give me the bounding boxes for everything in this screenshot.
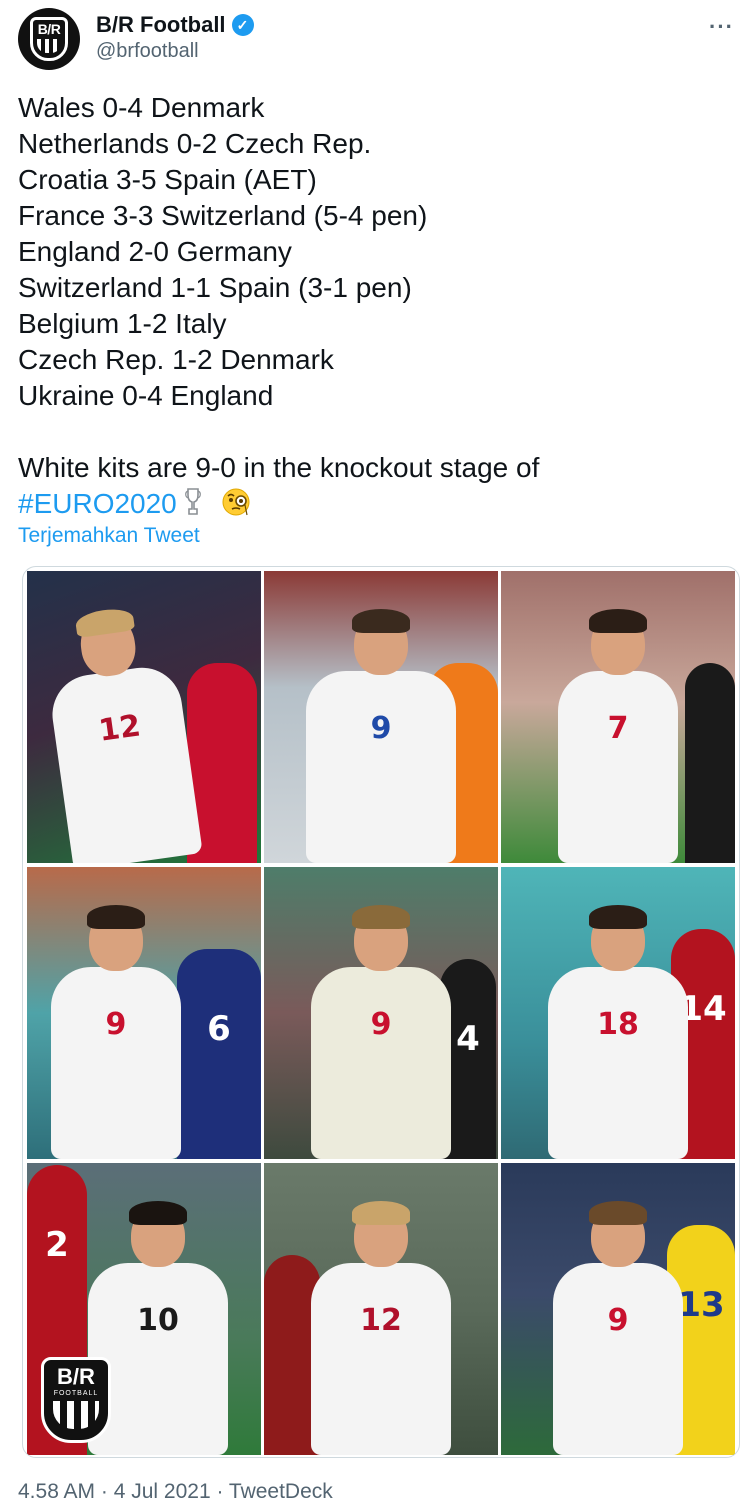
photo-cell[interactable]: 13 9 [501,1163,735,1455]
result-line: Ukraine 0-4 England [18,380,274,411]
photo-grid[interactable]: 12 9 7 6 9 4 9 14 18 2 10 B/R FOOTBALL 1… [22,566,740,1458]
face-with-monocle-icon [222,488,250,516]
shirt-number: 10 [137,1303,179,1338]
opponent-number: 2 [45,1225,69,1265]
shirt-number: 9 [607,1303,629,1338]
player-figure: 9 [50,905,181,1159]
result-line: Switzerland 1-1 Spain (3-1 pen) [18,272,412,303]
photo-cell[interactable]: 12 [27,571,261,863]
player-figure: 7 [558,609,678,863]
hashtag-link[interactable]: #EURO2020 [18,488,177,519]
shirt-number: 9 [105,1007,127,1042]
tweet-header: B/R B/R Football ✓ @brfootball ··· [18,8,736,72]
summary-line: White kits are 9-0 in the knockout stage… [18,452,540,483]
more-options-icon[interactable]: ··· [709,14,734,40]
shirt-number: 9 [370,711,392,746]
account-avatar[interactable]: B/R [18,8,80,70]
player-figure: 12 [311,1201,451,1455]
result-line: Belgium 1-2 Italy [18,308,227,339]
result-line: Wales 0-4 Denmark [18,92,265,123]
account-name-block: B/R Football ✓ @brfootball [96,12,254,64]
player-figure: 9 [553,1201,683,1455]
display-name[interactable]: B/R Football [96,12,226,38]
opponent-number: 4 [456,1019,480,1059]
photo-cell[interactable]: 4 9 [264,867,498,1159]
result-line: France 3-3 Switzerland (5-4 pen) [18,200,428,231]
shirt-number: 12 [96,708,143,749]
photo-cell[interactable]: 6 9 [27,867,261,1159]
tweet-text: Wales 0-4 Denmark Netherlands 0-2 Czech … [18,90,738,522]
shirt-number: 7 [607,711,629,746]
shirt-number: 18 [597,1007,639,1042]
translate-tweet-link[interactable]: Terjemahkan Tweet [18,522,200,550]
shirt-number: 9 [370,1007,392,1042]
player-figure: 18 [548,905,688,1159]
photo-cell[interactable]: 12 [264,1163,498,1455]
result-line: Czech Rep. 1-2 Denmark [18,344,334,375]
br-football-logo: B/R FOOTBALL [41,1357,111,1443]
br-logo-icon: B/R [30,17,68,61]
verified-badge-icon: ✓ [231,14,254,36]
tweet-meta[interactable]: 4.58 AM · 4 Jul 2021 · TweetDeck [18,1478,333,1506]
account-handle[interactable]: @brfootball [96,38,254,64]
trophy-icon [184,488,201,515]
result-line: Croatia 3-5 Spain (AET) [18,164,317,195]
opponent-number: 6 [207,1009,231,1049]
result-line: England 2-0 Germany [18,236,292,267]
photo-cell[interactable]: 7 [501,571,735,863]
result-line: Netherlands 0-2 Czech Rep. [18,128,372,159]
player-figure: 9 [311,905,451,1159]
avatar-text: B/R [37,21,61,37]
photo-cell[interactable]: 2 10 B/R FOOTBALL [27,1163,261,1455]
opponent-number: 13 [677,1285,725,1325]
player-figure: 9 [306,609,456,863]
shirt-number: 12 [360,1303,402,1338]
photo-cell[interactable]: 14 18 [501,867,735,1159]
photo-cell[interactable]: 9 [264,571,498,863]
